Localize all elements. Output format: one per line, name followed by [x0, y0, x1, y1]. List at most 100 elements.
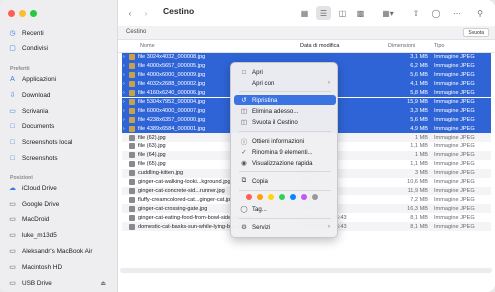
sidebar-item-documents[interactable]: □ Documents: [8, 120, 112, 132]
sidebar-item-label: Google Drive: [22, 200, 60, 208]
menu-item-tags[interactable]: ◯ Tag...: [234, 204, 336, 214]
tag-color-dot[interactable]: [246, 194, 252, 200]
file-kind: Immagine JPEG: [434, 72, 475, 79]
group-icon[interactable]: ▦▾: [380, 6, 396, 20]
menu-item-open[interactable]: □ Apri: [234, 67, 336, 77]
sidebar-item-google-drive[interactable]: ▭ Google Drive: [8, 198, 112, 210]
menu-item-label: Tag...: [252, 205, 267, 213]
chevron-right-icon[interactable]: ›: [123, 108, 125, 114]
menu-item-rename[interactable]: ✓ Rinomina 9 elementi...: [234, 147, 336, 157]
tag-color-dot[interactable]: [290, 194, 296, 200]
chevron-right-icon[interactable]: ›: [123, 81, 125, 87]
menu-item-label: Ottieni informazioni: [252, 137, 305, 145]
zoom-window-button[interactable]: [30, 10, 37, 17]
sidebar-item-label: Scrivania: [22, 107, 49, 115]
desktop-icon: ▭: [9, 108, 16, 115]
menu-item-restore[interactable]: ↺ Ripristina: [234, 95, 336, 105]
image-file-icon: [129, 223, 135, 230]
table-row[interactable]: › file 3024x4032_000008.jpg 3,1 MB Immagine…: [122, 53, 491, 62]
menu-item-open-with[interactable]: Apri con ›: [234, 78, 336, 88]
sidebar-item-screenshots[interactable]: □ Screenshots: [8, 152, 112, 164]
sidebar-item-label: luke_m13d5: [22, 231, 57, 239]
sidebar-item-icloud-drive[interactable]: ☁ iCloud Drive: [8, 182, 112, 194]
file-size: 8,1 MB: [410, 223, 428, 230]
menu-separator: [239, 91, 331, 92]
file-kind: Immagine JPEG: [434, 63, 475, 70]
gallery-view-icon[interactable]: ▩: [354, 6, 367, 20]
column-view-icon[interactable]: ◫: [336, 6, 349, 20]
chevron-right-icon[interactable]: ›: [123, 63, 125, 69]
menu-item-empty-trash[interactable]: ◫ Svuota il Cestino: [234, 117, 336, 127]
column-size[interactable]: Dimensioni: [388, 43, 415, 49]
file-size: 3,1 MB: [410, 54, 428, 61]
tag-color-dot[interactable]: [257, 194, 263, 200]
menu-item-quick-look[interactable]: ◉ Visualizzazione rapida: [234, 158, 336, 168]
applications-icon: A: [10, 75, 15, 83]
file-kind: Immagine JPEG: [434, 223, 475, 230]
minimize-window-button[interactable]: [19, 10, 26, 17]
image-file-icon: [129, 205, 135, 212]
chevron-right-icon[interactable]: ›: [123, 99, 125, 105]
search-icon[interactable]: ⚲: [474, 6, 486, 20]
sidebar-item-applicazioni[interactable]: A Applicazioni: [8, 73, 112, 85]
menu-item-services[interactable]: ⚙ Servizi ›: [234, 222, 336, 232]
sidebar-item-label: Applicazioni: [22, 75, 57, 83]
menu-item-copy[interactable]: ⧉ Copia: [234, 176, 336, 186]
image-file-icon: [129, 187, 135, 194]
sidebar-item-scrivania[interactable]: ▭ Scrivania: [8, 105, 112, 117]
image-file-icon: [129, 214, 135, 221]
back-icon[interactable]: ‹: [124, 6, 136, 20]
more-actions-icon[interactable]: ⋯: [449, 6, 465, 20]
rename-icon: ✓: [241, 149, 247, 156]
column-kind[interactable]: Tipo: [434, 43, 445, 49]
sidebar-item-macdroid[interactable]: ▭ MacDroid: [8, 213, 112, 225]
share-icon[interactable]: ⇧: [410, 6, 422, 20]
chevron-right-icon[interactable]: ›: [123, 72, 125, 78]
image-file-icon: [129, 90, 135, 97]
file-kind: Immagine JPEG: [434, 107, 475, 114]
icon-view-icon[interactable]: ▦: [298, 6, 311, 20]
file-kind: Immagine JPEG: [434, 54, 475, 61]
sidebar-section-favorites: Preferiti: [10, 66, 30, 72]
list-view-icon[interactable]: ☰: [316, 6, 331, 20]
sidebar-item-screenshots-local[interactable]: □ Screenshots local: [8, 136, 112, 148]
file-size: 11,9 MB: [407, 187, 428, 194]
horizontal-scrollbar[interactable]: [120, 268, 492, 273]
sidebar-item-condivisi[interactable]: ▢ Condivisi: [8, 42, 112, 54]
sidebar-item-usb-drive[interactable]: ▭ USB Drive ⏏: [8, 277, 112, 289]
tag-icon[interactable]: ◯: [430, 6, 442, 20]
sidebar-item-macbook-air[interactable]: ▭ Aleksandr's MacBook Air: [8, 245, 112, 257]
menu-item-label: Ripristina: [252, 96, 278, 104]
image-file-icon: [129, 125, 135, 132]
tag-color-dot[interactable]: [279, 194, 285, 200]
sidebar-item-macintosh-hd[interactable]: ▭ Macintosh HD: [8, 261, 112, 273]
sidebar-item-download[interactable]: ⇩ Download: [8, 89, 112, 101]
sidebar-item-label: Macintosh HD: [22, 263, 63, 271]
file-kind: Immagine JPEG: [434, 81, 475, 88]
menu-separator: [239, 131, 331, 132]
sidebar-item-luke-m13d5[interactable]: ▭ luke_m13d5: [8, 229, 112, 241]
chevron-right-icon[interactable]: ›: [123, 126, 125, 132]
tag-color-dot[interactable]: [301, 194, 307, 200]
tag-color-dot[interactable]: [312, 194, 318, 200]
image-file-icon: [129, 196, 135, 203]
disk-icon: ▭: [9, 280, 16, 287]
chevron-right-icon[interactable]: ›: [123, 54, 125, 60]
menu-item-delete-now[interactable]: ◫ Elimina adesso...: [234, 106, 336, 116]
file-size: 1 MB: [414, 152, 428, 159]
download-icon: ⇩: [9, 92, 16, 99]
chevron-right-icon[interactable]: ›: [123, 90, 125, 96]
column-name[interactable]: Nome: [140, 43, 155, 49]
image-file-icon: [129, 54, 135, 61]
eject-icon[interactable]: ⏏: [100, 280, 106, 287]
close-window-button[interactable]: [8, 10, 15, 17]
menu-item-get-info[interactable]: ⓘ Ottieni informazioni: [234, 136, 336, 147]
forward-icon[interactable]: ›: [140, 6, 152, 20]
sidebar-item-recenti[interactable]: ◷ Recenti: [8, 27, 112, 39]
tag-color-dot[interactable]: [268, 194, 274, 200]
sidebar-item-label: Documents: [22, 122, 55, 130]
column-date[interactable]: Data di modifica: [300, 43, 339, 49]
empty-trash-button[interactable]: Svuota: [463, 28, 489, 37]
chevron-right-icon[interactable]: ›: [123, 117, 125, 123]
file-size: 5,8 MB: [410, 90, 428, 97]
